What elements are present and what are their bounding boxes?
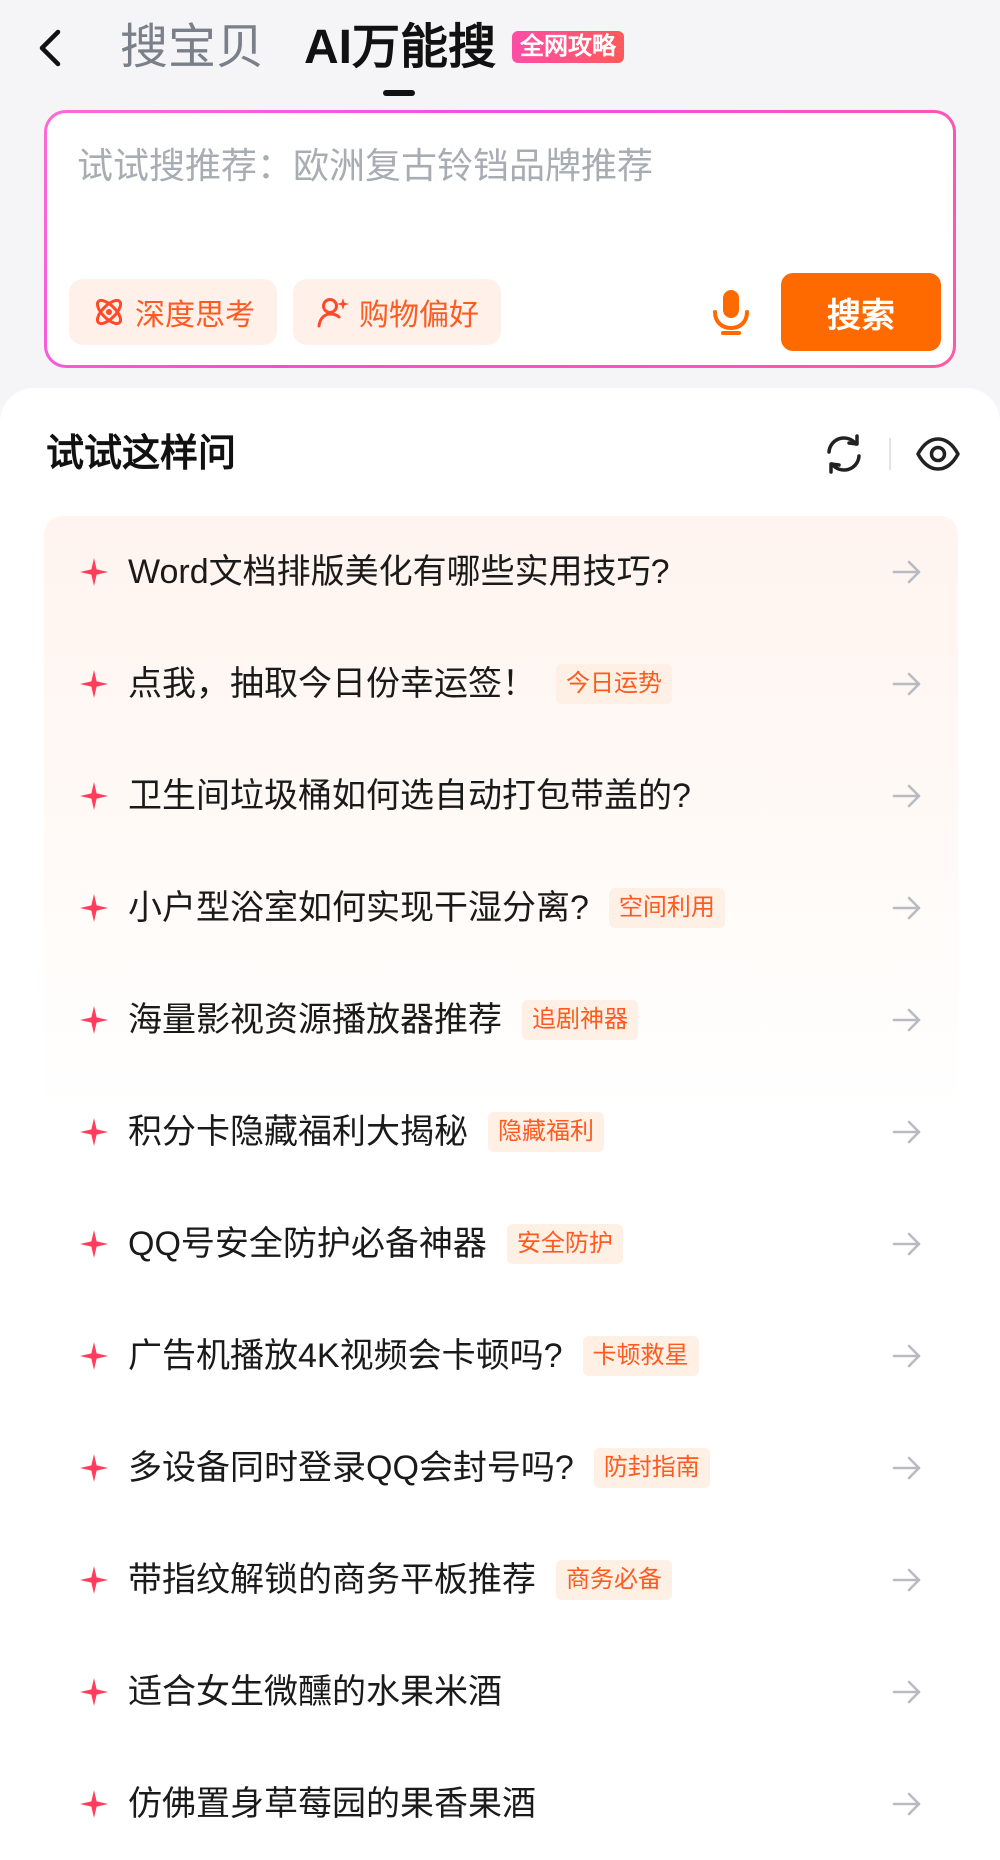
suggestion-text: 点我，抽取今日份幸运签！ [128, 665, 536, 703]
arrow-right-icon [892, 672, 921, 696]
sparkle-star-icon [80, 1678, 108, 1706]
suggestions-panel: 试试这样问 Word文档排版美化有哪些实用技巧? 点我，抽取今日份幸运签！ 今日… [0, 388, 1000, 1860]
suggestion-text-wrap: 卫生间垃圾桶如何选自动打包带盖的? [128, 772, 691, 820]
suggestion-item-6[interactable]: 积分卡隐藏福利大揭秘 隐藏福利 [0, 1076, 1000, 1188]
arrow-right-icon [892, 784, 921, 808]
suggestions-title: 试试这样问 [46, 433, 237, 475]
suggestion-tag: 防封指南 [593, 1448, 710, 1488]
ai-search-page: 搜宝贝 AI万能搜 全网攻略 深度思考 购物偏好 [0, 0, 1000, 1860]
web-guide-badge: 全网攻略 [512, 31, 624, 63]
suggestion-item-3[interactable]: 卫生间垃圾桶如何选自动打包带盖的? [0, 740, 1000, 852]
suggestion-text: 仿佛置身草莓园的果香果酒 [128, 1785, 536, 1823]
suggestion-text: 适合女生微醺的水果米酒 [128, 1673, 502, 1711]
suggestion-text-wrap: 广告机播放4K视频会卡顿吗? 卡顿救星 [128, 1332, 699, 1380]
suggestion-text: 广告机播放4K视频会卡顿吗? [128, 1337, 563, 1375]
refresh-button[interactable] [822, 432, 866, 476]
suggestion-tag: 隐藏福利 [488, 1112, 604, 1152]
arrow-right-icon [892, 1792, 921, 1816]
atom-icon [95, 298, 123, 326]
suggestion-text-wrap: 海量影视资源播放器推荐 追剧神器 [128, 996, 638, 1044]
deep-thinking-button[interactable]: 深度思考 [69, 279, 277, 345]
suggestion-text-wrap: 仿佛置身草莓园的果香果酒 [128, 1780, 536, 1828]
sparkle-star-icon [80, 1454, 108, 1482]
suggestion-text: 多设备同时登录QQ会封号吗? [128, 1449, 574, 1487]
visibility-toggle-button[interactable] [915, 432, 961, 476]
suggestion-item-4[interactable]: 小户型浴室如何实现干湿分离? 空间利用 [0, 852, 1000, 964]
suggestion-text-wrap: 适合女生微醺的水果米酒 [128, 1668, 502, 1716]
suggestion-text: 积分卡隐藏福利大揭秘 [128, 1113, 468, 1151]
sparkle-star-icon [80, 1566, 108, 1594]
suggestion-item-7[interactable]: QQ号安全防护必备神器 安全防护 [0, 1188, 1000, 1300]
suggestion-item-10[interactable]: 带指纹解锁的商务平板推荐 商务必备 [0, 1524, 1000, 1636]
suggestion-text-wrap: 点我，抽取今日份幸运签！ 今日运势 [128, 660, 672, 708]
arrow-right-icon [892, 1232, 921, 1256]
suggestion-item-5[interactable]: 海量影视资源播放器推荐 追剧神器 [0, 964, 1000, 1076]
suggestion-text: Word文档排版美化有哪些实用技巧? [128, 553, 670, 591]
deep-thinking-label: 深度思考 [135, 299, 255, 332]
sparkle-star-icon [80, 670, 108, 698]
shopping-preference-label: 购物偏好 [359, 299, 479, 332]
arrow-right-icon [892, 1008, 921, 1032]
suggestion-text-wrap: 小户型浴室如何实现干湿分离? 空间利用 [128, 884, 725, 932]
voice-input-button[interactable] [701, 281, 761, 343]
suggestion-tag: 商务必备 [556, 1560, 672, 1600]
suggestion-tag: 安全防护 [506, 1224, 623, 1264]
suggestion-text-wrap: 带指纹解锁的商务平板推荐 商务必备 [128, 1556, 672, 1604]
suggestion-text: 卫生间垃圾桶如何选自动打包带盖的? [128, 777, 691, 815]
active-tab-indicator [383, 90, 415, 96]
arrow-right-icon [892, 1680, 921, 1704]
suggestion-item-2[interactable]: 点我，抽取今日份幸运签！ 今日运势 [0, 628, 1000, 740]
sparkle-star-icon [80, 1342, 108, 1370]
arrow-right-icon [892, 1568, 921, 1592]
shopping-preference-button[interactable]: 购物偏好 [293, 279, 501, 345]
arrow-right-icon [892, 1456, 921, 1480]
sparkle-star-icon [80, 1230, 108, 1258]
search-button[interactable]: 搜索 [781, 273, 941, 351]
search-box: 深度思考 购物偏好 搜索 [44, 110, 956, 368]
back-button[interactable] [28, 22, 72, 74]
suggestion-item-9[interactable]: 多设备同时登录QQ会封号吗? 防封指南 [0, 1412, 1000, 1524]
suggestion-item-8[interactable]: 广告机播放4K视频会卡顿吗? 卡顿救星 [0, 1300, 1000, 1412]
suggestion-tag: 卡顿救星 [582, 1336, 699, 1376]
tab-ai-search[interactable]: AI万能搜 [304, 14, 496, 82]
suggestion-text: QQ号安全防护必备神器 [128, 1225, 487, 1263]
arrow-right-icon [892, 560, 921, 584]
user-sparkle-icon [317, 298, 349, 328]
arrow-right-icon [892, 1344, 921, 1368]
suggestion-text-wrap: QQ号安全防护必备神器 安全防护 [128, 1220, 623, 1268]
search-input[interactable] [77, 135, 927, 197]
arrow-right-icon [892, 1120, 921, 1144]
suggestion-text-wrap: Word文档排版美化有哪些实用技巧? [128, 548, 670, 596]
sparkle-star-icon [80, 1790, 108, 1818]
suggestion-item-1[interactable]: Word文档排版美化有哪些实用技巧? [0, 516, 1000, 628]
suggestion-tag: 空间利用 [608, 888, 725, 928]
sparkle-star-icon [80, 1006, 108, 1034]
tab-search-goods[interactable]: 搜宝贝 [120, 14, 264, 82]
eye-icon [916, 437, 960, 471]
toolbar-divider [889, 438, 891, 470]
suggestion-text-wrap: 积分卡隐藏福利大揭秘 隐藏福利 [128, 1108, 604, 1156]
suggestion-text-wrap: 多设备同时登录QQ会封号吗? 防封指南 [128, 1444, 710, 1492]
suggestion-tag: 追剧神器 [522, 1000, 638, 1040]
refresh-icon [827, 434, 861, 474]
arrow-right-icon [892, 896, 921, 920]
suggestion-text: 带指纹解锁的商务平板推荐 [128, 1561, 536, 1599]
microphone-icon [713, 290, 749, 335]
suggestion-list: Word文档排版美化有哪些实用技巧? 点我，抽取今日份幸运签！ 今日运势 卫生间… [0, 516, 1000, 1860]
sparkle-star-icon [80, 1118, 108, 1146]
suggestion-item-12[interactable]: 仿佛置身草莓园的果香果酒 [0, 1748, 1000, 1860]
suggestion-text: 海量影视资源播放器推荐 [128, 1001, 502, 1039]
chevron-left-icon [39, 29, 61, 67]
suggestion-tag: 今日运势 [556, 664, 672, 704]
suggestion-text: 小户型浴室如何实现干湿分离? [128, 889, 589, 927]
sparkle-star-icon [80, 894, 108, 922]
suggestion-item-11[interactable]: 适合女生微醺的水果米酒 [0, 1636, 1000, 1748]
sparkle-star-icon [80, 782, 108, 810]
header: 搜宝贝 AI万能搜 全网攻略 [0, 0, 1000, 106]
sparkle-star-icon [80, 558, 108, 586]
